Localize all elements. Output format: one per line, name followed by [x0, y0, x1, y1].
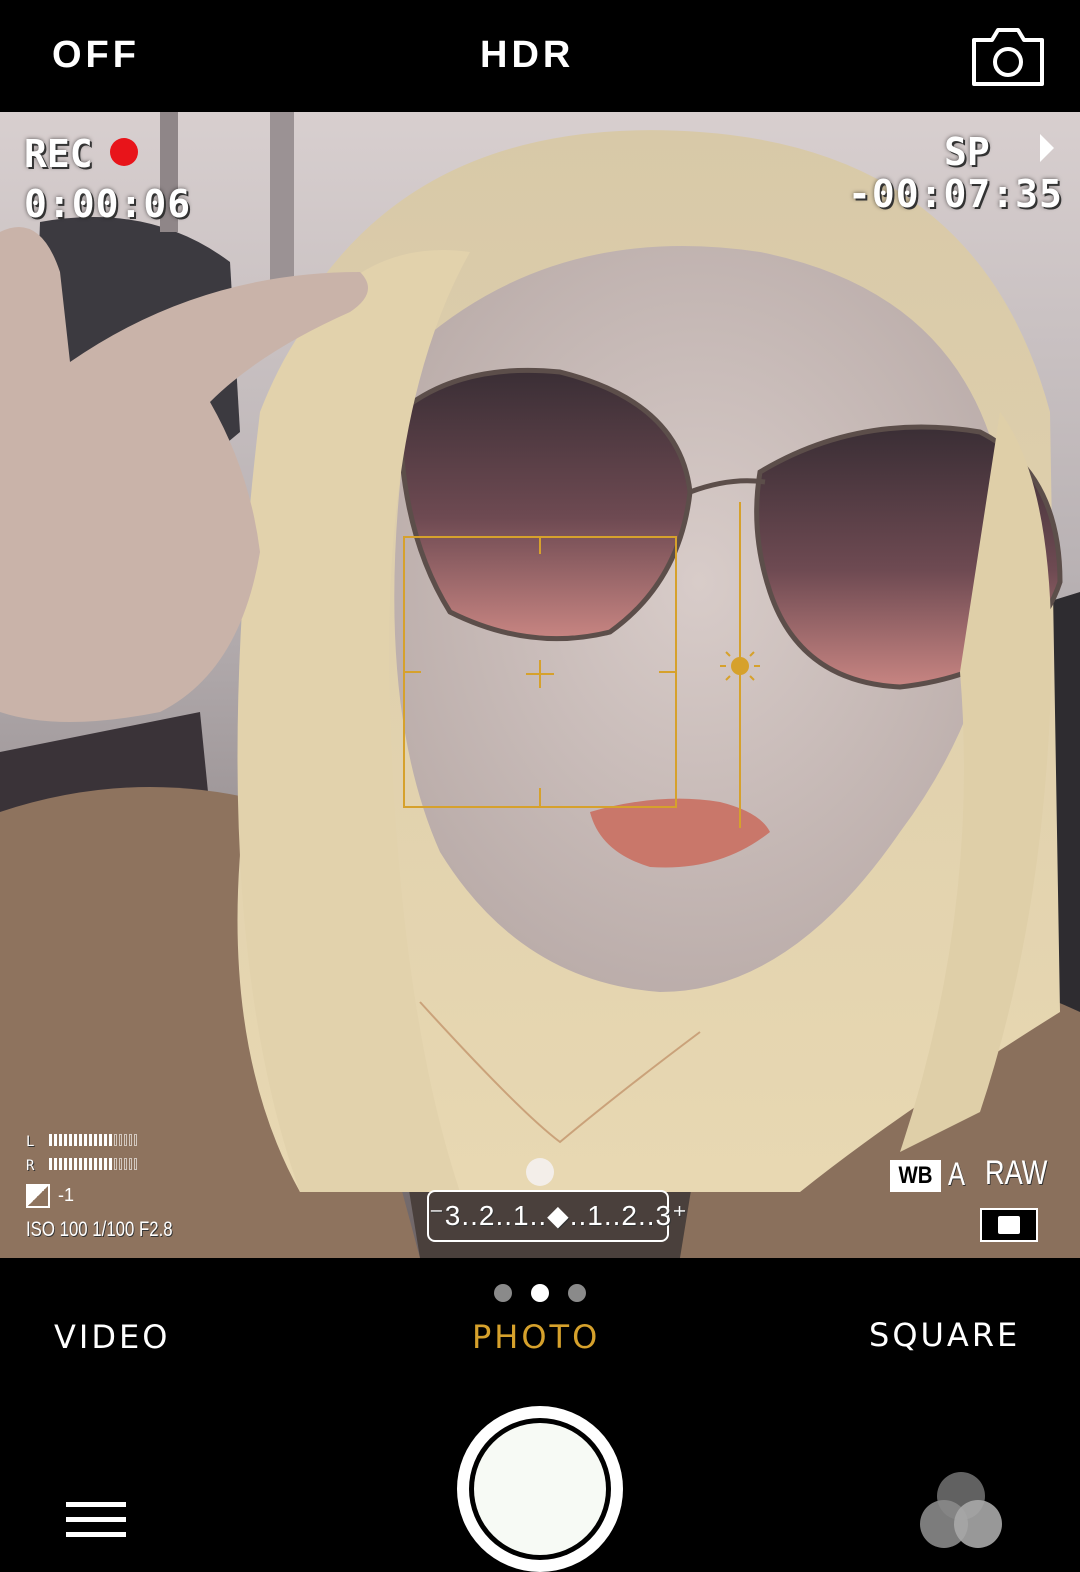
audio-meter-bar	[58, 1134, 62, 1146]
audio-meter-right: R	[26, 1158, 139, 1174]
audio-meter-bar	[113, 1158, 117, 1170]
hdr-toggle[interactable]: HDR	[480, 34, 574, 77]
audio-meter-bar	[98, 1158, 102, 1170]
exposure-sun-icon[interactable]	[716, 642, 764, 690]
mode-video[interactable]: VIDEO	[54, 1318, 170, 1356]
audio-meter-left-bars	[48, 1134, 139, 1150]
rec-label: REC	[24, 132, 93, 176]
exposure-compensation: -1	[26, 1184, 74, 1208]
exposure-compensation-icon	[26, 1184, 50, 1208]
mode-square[interactable]: SQUARE	[869, 1316, 1020, 1354]
audio-meter-bar	[58, 1158, 62, 1170]
audio-meter-bar	[53, 1158, 57, 1170]
page-dot-2[interactable]	[531, 1284, 549, 1302]
camera-viewfinder[interactable]: REC 0:00:06 SP -00:07:35 L R -1 ISO 100 …	[0, 112, 1080, 1258]
audio-meter-bar	[48, 1158, 52, 1170]
raw-label: RAW	[985, 1154, 1048, 1192]
white-balance-badge[interactable]: WB	[890, 1160, 941, 1192]
audio-meter-bar	[118, 1158, 122, 1170]
tape-speed-label: SP	[944, 130, 990, 174]
ev-scale[interactable]: ⁻3..2..1..◆..1..2..3⁺	[427, 1190, 687, 1242]
audio-meter-bar	[68, 1134, 72, 1146]
audio-meter-bar	[68, 1158, 72, 1170]
audio-meter-bar	[83, 1158, 87, 1170]
audio-meter-bar	[123, 1134, 127, 1146]
audio-meter-bar	[123, 1158, 127, 1170]
audio-meter-bar	[78, 1134, 82, 1146]
audio-meter-bar	[63, 1134, 67, 1146]
audio-meter-right-label: R	[26, 1158, 35, 1174]
flash-toggle[interactable]: OFF	[52, 34, 140, 77]
mode-photo[interactable]: PHOTO	[472, 1318, 600, 1356]
audio-meter-left: L	[26, 1134, 139, 1150]
audio-meter-bar	[73, 1134, 77, 1146]
audio-meter-bar	[128, 1158, 132, 1170]
audio-meter-bar	[108, 1158, 112, 1170]
rec-timer: 0:00:06	[24, 182, 192, 226]
audio-meter-right-bars	[48, 1158, 139, 1174]
audio-meter-bar	[63, 1158, 67, 1170]
audio-meter-bar	[53, 1134, 57, 1146]
audio-meter-bar	[93, 1134, 97, 1146]
audio-meter-bar	[83, 1134, 87, 1146]
audio-meter-bar	[128, 1134, 132, 1146]
audio-meter-bar	[113, 1134, 117, 1146]
play-icon	[1040, 134, 1054, 162]
shutter-button-inner[interactable]	[474, 1423, 606, 1555]
bottom-controls: VIDEO PHOTO SQUARE	[0, 1258, 1080, 1572]
audio-meter-bar	[78, 1158, 82, 1170]
hamburger-menu-icon[interactable]	[66, 1502, 126, 1542]
audio-meter-bar	[108, 1134, 112, 1146]
camera-flip-icon[interactable]	[968, 24, 1048, 90]
audio-meter-bar	[98, 1134, 102, 1146]
filters-icon[interactable]	[918, 1466, 1004, 1556]
audio-meter-bar	[73, 1158, 77, 1170]
white-balance-mode[interactable]: A	[948, 1156, 965, 1193]
audio-meter-bar	[118, 1134, 122, 1146]
audio-meter-bar	[93, 1158, 97, 1170]
exposure-compensation-value: -1	[58, 1184, 75, 1205]
audio-meter-bar	[88, 1134, 92, 1146]
audio-meter-bar	[103, 1158, 107, 1170]
audio-meter-bar	[133, 1158, 137, 1170]
rec-indicator-dot	[110, 138, 138, 166]
audio-meter-bar	[103, 1134, 107, 1146]
exposure-settings: ISO 100 1/100 F2.8	[26, 1218, 173, 1241]
remaining-time: -00:07:35	[848, 172, 1063, 216]
audio-meter-bar	[133, 1134, 137, 1146]
page-dot-3[interactable]	[568, 1284, 586, 1302]
page-dot-1[interactable]	[494, 1284, 512, 1302]
raw-toggle[interactable]	[980, 1208, 1038, 1242]
audio-meter-bar	[88, 1158, 92, 1170]
top-bar: OFF HDR	[0, 0, 1080, 112]
audio-meter-bar	[48, 1134, 52, 1146]
audio-meter-left-label: L	[26, 1134, 35, 1150]
